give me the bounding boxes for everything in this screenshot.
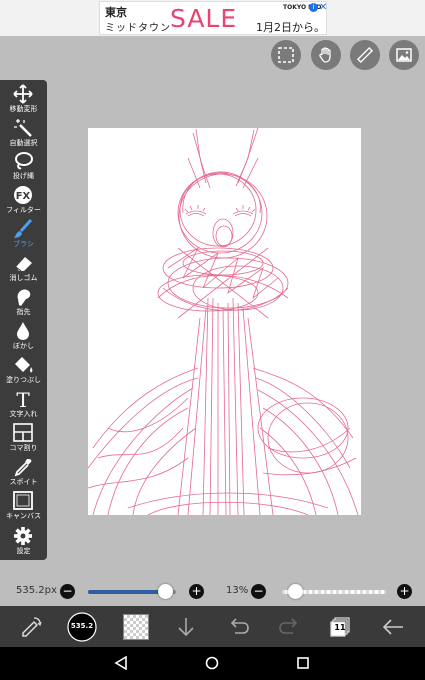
tool-blur[interactable]: ぼかし: [0, 319, 47, 353]
back-button[interactable]: [378, 612, 408, 642]
eraser-icon: [15, 257, 32, 272]
ruler-icon: [356, 46, 374, 64]
tool-settings[interactable]: 設定: [0, 524, 47, 558]
nav-home-icon[interactable]: [205, 656, 219, 670]
ad-close-icon[interactable]: ✕: [319, 2, 327, 13]
slider-row: 535.2px − + 13% − +: [0, 576, 425, 606]
ruler-button[interactable]: [350, 40, 380, 70]
tool-brush[interactable]: ブラシ: [0, 217, 47, 251]
opacity-slider-knob[interactable]: [288, 584, 304, 599]
swap-color-button[interactable]: [16, 612, 46, 642]
tool-magic-wand[interactable]: 自動選択: [0, 116, 47, 150]
color-swatch: [123, 614, 149, 640]
arrow-down-icon: [178, 618, 194, 637]
undo-icon: [230, 618, 249, 634]
hand-button[interactable]: [311, 40, 341, 70]
bottom-toolbar: 535.2 11: [0, 606, 425, 647]
tool-label: 投げ縄: [13, 172, 34, 180]
tool-lasso[interactable]: 投げ縄: [0, 149, 47, 183]
tool-label: スポイト: [9, 478, 38, 486]
tool-filter[interactable]: FX フィルター: [0, 183, 47, 217]
tool-label: フィルター: [6, 206, 41, 214]
system-nav-bar: [0, 647, 425, 680]
download-button[interactable]: [171, 612, 201, 642]
color-button[interactable]: [121, 612, 151, 642]
tool-label: 消しゴム: [9, 274, 38, 282]
ad-text-line2: ミッドタウン: [105, 23, 171, 34]
tool-canvas[interactable]: キャンバス: [0, 489, 47, 523]
opacity-plus-button[interactable]: +: [397, 584, 412, 599]
tool-smudge[interactable]: 指先: [0, 285, 47, 319]
eyedropper-icon: [14, 459, 32, 477]
tool-label: コマ割り: [9, 444, 38, 452]
opacity-minus-button[interactable]: −: [251, 584, 266, 599]
tool-label: 設定: [16, 547, 31, 555]
tool-sidebar: 移動変形 自動選択 投げ縄 FX フィルター ブラシ 消しゴム 指先 ぼかし 塗…: [0, 80, 47, 560]
ad-info-icon[interactable]: i: [309, 3, 318, 12]
brush-size-badge: 535.2: [70, 622, 94, 630]
magic-wand-icon: [14, 119, 32, 137]
lasso-icon: [15, 152, 33, 170]
swap-pen-icon: [22, 617, 42, 637]
brush-picker-button[interactable]: 535.2: [67, 612, 97, 642]
smudge-icon: [17, 289, 31, 306]
tool-label: 文字入れ: [9, 410, 38, 418]
ad-text-line1: 東京: [105, 6, 127, 19]
tool-label: ブラシ: [13, 240, 34, 248]
brush-size-plus-button[interactable]: +: [189, 584, 204, 599]
undo-button[interactable]: [223, 612, 253, 642]
brush-size-minus-button[interactable]: −: [60, 584, 75, 599]
tool-eraser[interactable]: 消しゴム: [0, 251, 47, 285]
svg-text:T: T: [16, 389, 30, 409]
ad-banner[interactable]: 東京 ミッドタウン SALE 1月2日から。 TOKYO MID i ✕: [99, 1, 327, 35]
tool-frame-divider[interactable]: コマ割り: [0, 421, 47, 455]
arrow-left-icon: [382, 619, 403, 635]
layer-image-button[interactable]: [389, 40, 419, 70]
brush-size-slider-fill: [88, 590, 166, 594]
layer-count: 11: [334, 623, 346, 632]
svg-text:FX: FX: [16, 191, 31, 202]
layer-image-icon: [396, 48, 412, 62]
gear-icon: [14, 527, 32, 545]
tool-fill[interactable]: 塗りつぶし: [0, 353, 47, 387]
move-icon: [13, 84, 33, 104]
selection-button[interactable]: [271, 40, 301, 70]
canvas-icon: [13, 491, 33, 510]
brush-icon: [14, 219, 33, 238]
drawing-canvas[interactable]: [87, 127, 361, 516]
tool-text[interactable]: T 文字入れ: [0, 387, 47, 421]
selection-icon: [278, 47, 294, 63]
tool-label: 塗りつぶし: [5, 376, 42, 384]
redo-button[interactable]: [275, 612, 305, 642]
tool-label: 移動変形: [9, 105, 38, 113]
hand-icon: [319, 47, 331, 63]
tool-eyedropper[interactable]: スポイト: [0, 455, 47, 489]
nav-back-icon[interactable]: [114, 656, 128, 670]
tool-label: 自動選択: [9, 139, 38, 147]
ad-banner-area: 東京 ミッドタウン SALE 1月2日から。 TOKYO MID i ✕: [0, 0, 425, 36]
ad-sale-text: SALE: [170, 4, 238, 33]
blur-drop-icon: [17, 322, 29, 340]
layers-button[interactable]: 11: [326, 612, 356, 642]
ad-date-text: 1月2日から。: [256, 21, 325, 34]
brush-size-slider-knob[interactable]: [157, 584, 173, 599]
redo-icon: [279, 618, 298, 634]
tool-move[interactable]: 移動変形: [0, 82, 47, 116]
bucket-icon: [15, 357, 33, 373]
fx-icon: FX: [14, 186, 32, 204]
sketch-drawing: [87, 127, 359, 516]
text-icon: T: [16, 389, 30, 409]
brush-size-value: 535.2px: [16, 585, 57, 596]
tool-label: キャンバス: [6, 512, 41, 520]
opacity-value: 13%: [226, 585, 249, 596]
tool-label: ぼかし: [13, 342, 34, 350]
tool-label: 指先: [16, 308, 31, 316]
nav-recents-icon[interactable]: [296, 656, 310, 670]
frame-icon: [13, 423, 33, 442]
